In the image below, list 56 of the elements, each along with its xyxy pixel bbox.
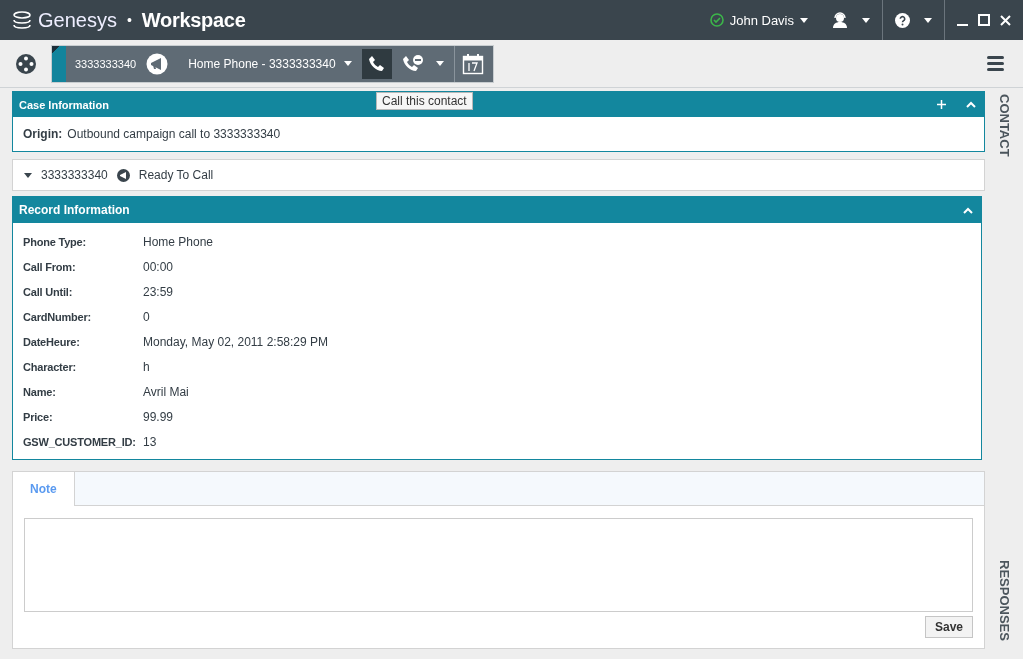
field-label: DateHeure: [23,335,81,350]
field-value: Home Phone [143,234,215,250]
megaphone-icon [116,168,130,182]
field-value: 13 [143,434,158,450]
megaphone-icon [146,52,169,75]
calendar-icon[interactable] [461,52,484,75]
field-value: h [143,359,151,375]
field-value: 00:00 [143,259,175,275]
field-label: Name: [23,385,57,400]
user-menu[interactable]: John Davis [709,12,820,28]
headset-person-icon[interactable] [832,12,848,28]
logo-icon [12,11,32,29]
field-label: Character: [23,360,78,375]
field-label: Phone Type: [23,235,87,250]
separator-dot: • [126,12,132,28]
field-label: Call From: [23,260,77,275]
close-icon[interactable] [1000,14,1011,26]
phone-selector[interactable]: Home Phone - 3333333340 [168,56,362,71]
field-value: 99.99 [143,409,175,425]
contact-status: Ready To Call [138,168,214,182]
field-label: Origin: [23,127,63,141]
interaction-number[interactable]: 3333333340 [66,57,147,70]
field-value: 0 [143,309,151,325]
caret-icon[interactable] [924,17,932,23]
phone-minus-icon [401,54,424,73]
collapse-icon[interactable] [963,206,973,214]
menu-icon[interactable] [987,56,1004,71]
contact-number: 3333333340 [41,168,108,182]
collapse-icon[interactable] [966,101,976,108]
panel-title: Record Information [19,203,130,217]
field-label: CardNumber: [23,310,93,325]
brand-name: Genesys [38,8,117,32]
save-button[interactable]: Save [924,616,973,638]
field-value: 23:59 [143,284,175,300]
field-value: Monday, May 02, 2011 2:58:29 PM [143,334,329,350]
dial-pad-icon[interactable] [15,52,37,75]
field-value: Outbound campaign call to 3333333340 [67,127,281,141]
panel-title: Case Information [19,98,109,111]
side-tab[interactable]: CONTACT [996,94,1012,157]
product-name: Workspace [141,8,246,32]
call-button[interactable] [361,48,392,79]
phone-icon [367,54,386,73]
field-label: GSW_CUSTOMER_ID: [23,435,137,450]
tooltip: Call this contact [376,92,473,110]
field-label: Price: [23,410,54,425]
side-tab[interactable]: RESPONSES [996,560,1012,641]
maximize-icon[interactable] [978,14,990,26]
help-icon[interactable] [895,12,910,28]
caret-icon[interactable] [435,61,444,66]
field-label: Call Until: [23,285,74,300]
field-value: Avril Mai [143,384,190,400]
caret-icon[interactable] [343,61,352,66]
caret-icon[interactable] [862,17,870,23]
caret-icon[interactable] [800,17,808,23]
add-icon[interactable] [937,100,946,109]
expand-triangle-icon[interactable] [24,172,32,178]
